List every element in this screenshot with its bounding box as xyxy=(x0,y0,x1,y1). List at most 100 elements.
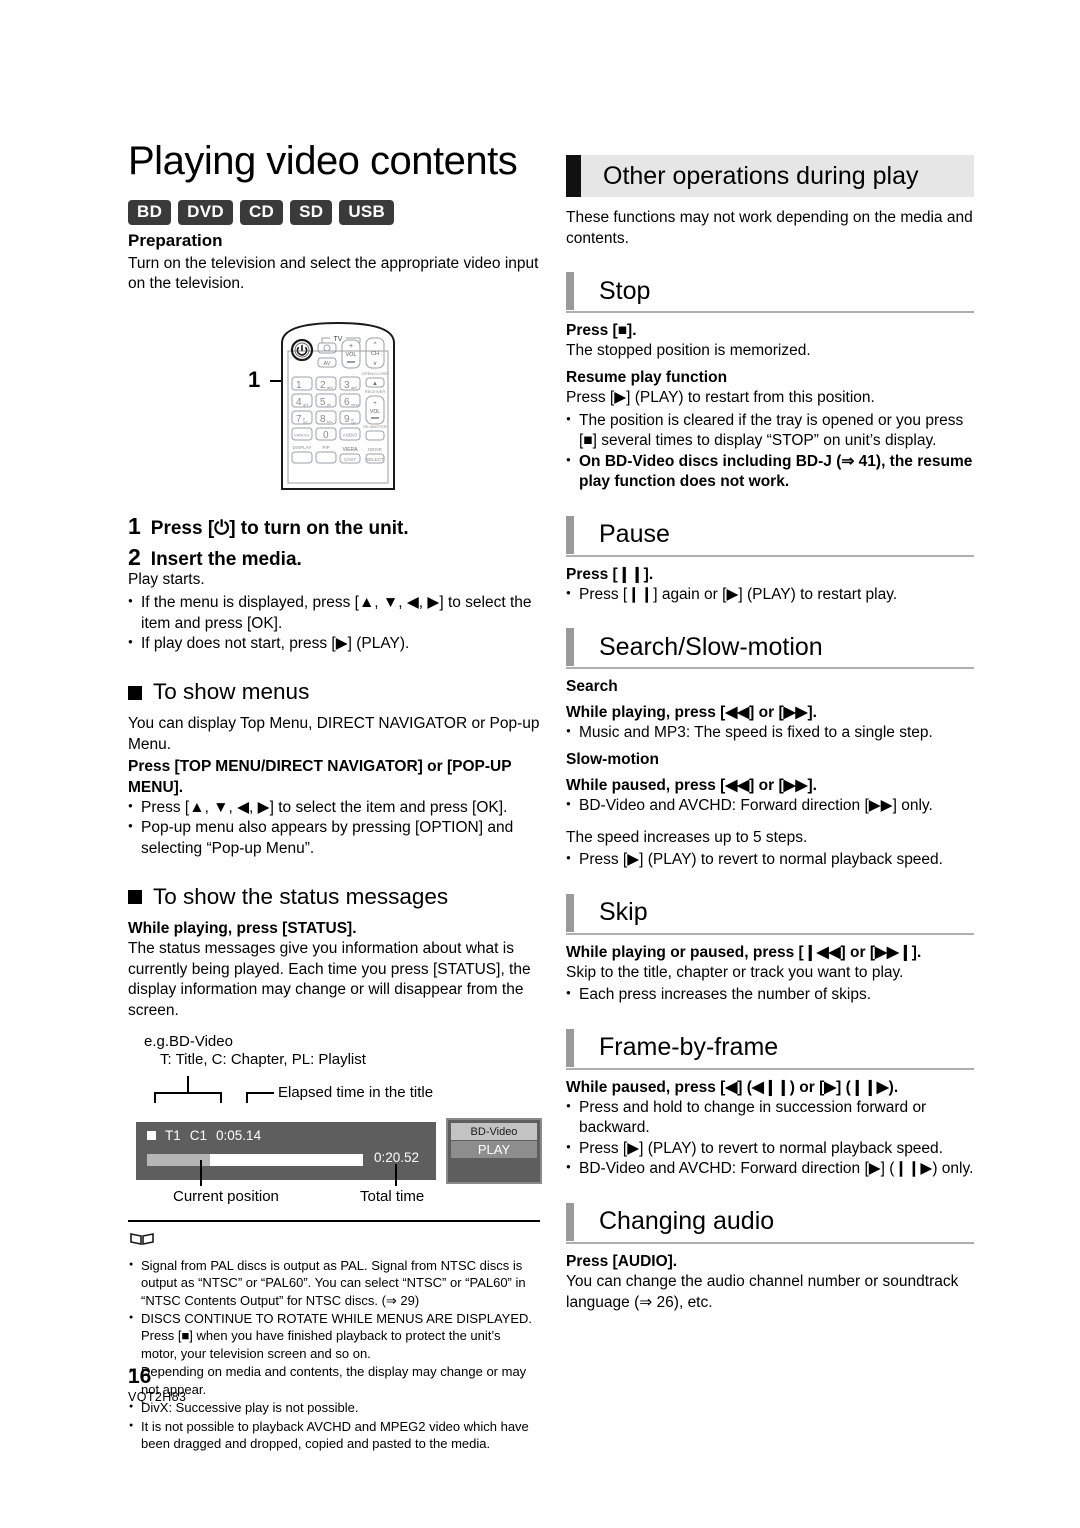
step-2: 2 Insert the media. xyxy=(128,545,540,571)
section-bullets: Each press increases the number of skips… xyxy=(566,985,974,1005)
svg-text:4: 4 xyxy=(296,397,302,408)
instruction: While playing or paused, press [❙◀◀] or … xyxy=(566,943,922,961)
current-position-label: Current position xyxy=(173,1188,279,1206)
svg-text:6: 6 xyxy=(344,397,350,408)
section-title: Frame-by-frame xyxy=(599,1033,779,1062)
remote-control-figure: 1 TV AV + VOL ^ CH v 1 2 abc 3 def 4 ghi… xyxy=(128,311,540,501)
step-1-text: Press [⏻] to turn on the unit. xyxy=(150,517,409,539)
svg-text:RECEIVER: RECEIVER xyxy=(365,389,386,394)
osd-progress-bar xyxy=(147,1154,363,1167)
list-item: Press and hold to change in succession f… xyxy=(566,1098,974,1139)
svg-text:TV: TV xyxy=(334,336,343,343)
section-search-slow-motion: Search/Slow-motion Search While playing,… xyxy=(566,627,974,871)
section-header: Frame-by-frame xyxy=(566,1028,974,1070)
svg-text:RE-MASTER: RE-MASTER xyxy=(363,424,387,429)
svg-text:abc: abc xyxy=(327,385,333,390)
description: You can change the audio channel number … xyxy=(566,1272,959,1311)
instruction: Press [AUDIO]. xyxy=(566,1252,678,1270)
section-body: Press [AUDIO]. You can change the audio … xyxy=(566,1252,974,1313)
section-pause: Pause Press [❙❙]. Press [❙❙] again or [▶… xyxy=(566,515,974,606)
step-2-text: Insert the media. xyxy=(150,548,302,570)
current-position-leader xyxy=(200,1160,202,1187)
status-messages-heading: To show the status messages xyxy=(128,884,540,910)
preparation-heading: Preparation xyxy=(128,230,223,250)
svg-text:mno: mno xyxy=(351,402,360,407)
section-title: Stop xyxy=(599,276,651,305)
list-item: Depending on media and contents, the dis… xyxy=(128,1363,540,1398)
svg-text:xyz: xyz xyxy=(351,421,357,425)
section-title: Skip xyxy=(599,898,648,927)
elapsed-time-label: Elapsed time in the title xyxy=(278,1084,434,1102)
section-bullets: BD-Video and AVCHD: Forward direction [▶… xyxy=(566,796,974,816)
svg-text:7: 7 xyxy=(296,414,302,425)
osd-elapsed-time: 0:05.14 xyxy=(216,1128,262,1144)
list-item: The position is cleared if the tray is o… xyxy=(566,411,974,452)
svg-text:9: 9 xyxy=(344,414,350,425)
speed-steps-text: The speed increases up to 5 steps. xyxy=(566,828,808,846)
osd-play-state: PLAY xyxy=(451,1141,537,1159)
description: Press [▶] (PLAY) to restart from this po… xyxy=(566,389,875,407)
svg-text:CAST: CAST xyxy=(344,457,356,462)
svg-text:OPEN/CLOSE: OPEN/CLOSE xyxy=(362,371,388,376)
play-starts-text: Play starts. xyxy=(128,571,205,589)
page-footer: 16 VQT2H83 xyxy=(128,1366,186,1404)
svg-text:AV: AV xyxy=(324,361,331,367)
section-bullets: Press [❙❙] again or [▶] (PLAY) to restar… xyxy=(566,585,974,605)
osd-side-panel: BD-Video PLAY xyxy=(446,1118,542,1185)
media-badge-dvd: DVD xyxy=(178,200,233,225)
section-accent-bar xyxy=(566,272,574,311)
section-title: Search/Slow-motion xyxy=(599,632,823,661)
list-item: Music and MP3: The speed is fixed to a s… xyxy=(566,723,974,743)
section-accent-bar xyxy=(566,893,574,932)
subheading-slow-motion: Slow-motion xyxy=(566,750,659,768)
svg-text:qrs: qrs xyxy=(303,420,308,424)
svg-text:1: 1 xyxy=(296,380,302,391)
svg-text:v: v xyxy=(374,361,377,367)
section-stop: Stop Press [■]. The stopped position is … xyxy=(566,271,974,492)
square-bullet-icon xyxy=(128,890,142,905)
svg-text:VOL: VOL xyxy=(345,352,356,358)
instruction: While paused, press [◀] (◀❙❙) or [▶] (❙❙… xyxy=(566,1078,899,1096)
section-body: While paused, press [◀] (◀❙❙) or [▶] (❙❙… xyxy=(566,1078,974,1180)
list-item: DISCS CONTINUE TO ROTATE WHILE MENUS ARE… xyxy=(128,1310,540,1362)
legend-leader-tick xyxy=(187,1076,189,1094)
media-badge-usb: USB xyxy=(339,200,395,225)
total-time-label: Total time xyxy=(360,1188,425,1206)
status-messages-heading-text: To show the status messages xyxy=(153,884,449,910)
svg-text:DISPLAY: DISPLAY xyxy=(293,445,312,450)
model-code: VQT2H83 xyxy=(128,1390,187,1404)
section-title: Pause xyxy=(599,520,670,549)
svg-text:3: 3 xyxy=(344,380,350,391)
show-menus-heading: To show menus xyxy=(128,680,540,705)
list-item: BD-Video and AVCHD: Forward direction [▶… xyxy=(566,796,974,816)
section-banner: Other operations during play xyxy=(566,155,974,197)
list-item: Press [▶] (PLAY) to revert to normal pla… xyxy=(566,850,974,870)
remote-illustration: TV AV + VOL ^ CH v 1 2 abc 3 def 4 ghi 5… xyxy=(281,321,395,490)
left-column: Playing video contents BD DVD CD SD USB … xyxy=(128,140,542,1453)
list-item: Pop-up menu also appears by pressing [OP… xyxy=(128,818,540,859)
svg-text:PIP: PIP xyxy=(322,445,329,450)
figure-legend: T: Title, C: Chapter, PL: Playlist xyxy=(160,1051,366,1069)
total-time-leader xyxy=(395,1164,397,1187)
svg-text:▲: ▲ xyxy=(372,381,378,387)
list-item: Press [▶] (PLAY) to revert to normal pla… xyxy=(566,1139,974,1159)
section-header: Search/Slow-motion xyxy=(566,627,974,670)
svg-text:5: 5 xyxy=(320,397,326,408)
section-accent-bar xyxy=(566,1202,574,1241)
svg-text:DRIVE: DRIVE xyxy=(368,447,382,452)
right-column: Other operations during play These funct… xyxy=(566,155,974,1315)
svg-text:tuv: tuv xyxy=(327,419,332,424)
step-notes-list: If the menu is displayed, press [▲, ▼, ◀… xyxy=(128,593,540,654)
section-skip: Skip While playing or paused, press [❙◀◀… xyxy=(566,893,974,1006)
list-item: Signal from PAL discs is output as PAL. … xyxy=(128,1257,540,1309)
list-item: BD-Video and AVCHD: Forward direction [▶… xyxy=(566,1159,974,1179)
step-1-number: 1 xyxy=(128,512,141,539)
show-menus-intro: You can display Top Menu, DIRECT NAVIGAT… xyxy=(128,715,540,753)
section-bullets: Music and MP3: The speed is fixed to a s… xyxy=(566,723,974,743)
media-badge-bd: BD xyxy=(128,200,172,225)
title-chapter-brace xyxy=(154,1092,222,1104)
status-messages-instruction: While playing, press [STATUS]. xyxy=(128,919,357,937)
section-header: Skip xyxy=(566,893,974,935)
stop-icon xyxy=(147,1131,156,1141)
step-1: 1 Press [⏻] to turn on the unit. xyxy=(128,512,540,540)
